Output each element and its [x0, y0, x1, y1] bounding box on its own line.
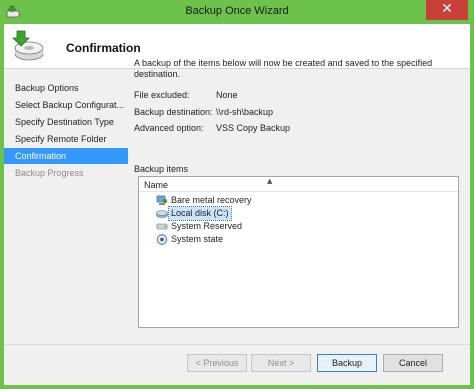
field-value: \\rd-sh\backup	[216, 107, 274, 117]
field-label: Advanced option:	[134, 123, 204, 133]
wizard-window: Backup Once Wizard ✕ Confirmation Backup…	[0, 0, 474, 389]
list-item-label: System state	[171, 234, 224, 244]
backup-items-list[interactable]: Name ▲ Bare metal recovery Local disk (C…	[138, 176, 459, 328]
list-item-label: Bare metal recovery	[171, 195, 252, 205]
step-specify-remote-folder[interactable]: Specify Remote Folder	[4, 131, 128, 147]
wizard-steps-nav: Backup Options Select Backup Configurat.…	[4, 70, 130, 385]
field-label: Backup destination:	[134, 107, 213, 117]
cancel-button[interactable]: Cancel	[383, 354, 443, 372]
sort-arrow-icon: ▲	[267, 177, 273, 185]
title-bar[interactable]: Backup Once Wizard ✕	[0, 0, 474, 24]
list-item-label: Local disk (C:)	[168, 206, 232, 221]
footer-divider	[4, 344, 470, 345]
bare-metal-recovery-icon	[156, 195, 168, 205]
step-backup-options[interactable]: Backup Options	[4, 80, 128, 96]
step-confirmation[interactable]: Confirmation	[4, 148, 128, 164]
previous-button[interactable]: < Previous	[187, 354, 247, 372]
field-value: VSS Copy Backup	[216, 123, 291, 133]
backup-button[interactable]: Backup	[317, 354, 377, 372]
backup-wizard-icon	[12, 30, 44, 61]
page-title: Confirmation	[66, 41, 141, 55]
step-select-backup-configuration[interactable]: Select Backup Configurat...	[4, 97, 128, 113]
step-backup-progress: Backup Progress	[15, 168, 84, 178]
backup-items-label: Backup items	[134, 164, 189, 174]
list-item-label: System Reserved	[171, 221, 243, 231]
field-label: File excluded:	[134, 90, 190, 100]
close-button[interactable]: ✕	[426, 0, 468, 20]
drive-icon	[156, 223, 168, 230]
field-value: None	[216, 90, 238, 100]
confirmation-description: A backup of the items below will now be …	[134, 58, 433, 79]
step-specify-destination-type[interactable]: Specify Destination Type	[4, 114, 128, 130]
column-header-name[interactable]: Name ▲	[139, 177, 458, 192]
window-title: Backup Once Wizard	[185, 5, 289, 17]
system-state-icon	[156, 234, 168, 245]
column-header-label: Name	[144, 180, 169, 190]
local-disk-icon	[156, 210, 168, 218]
next-button: Next >	[251, 354, 311, 372]
